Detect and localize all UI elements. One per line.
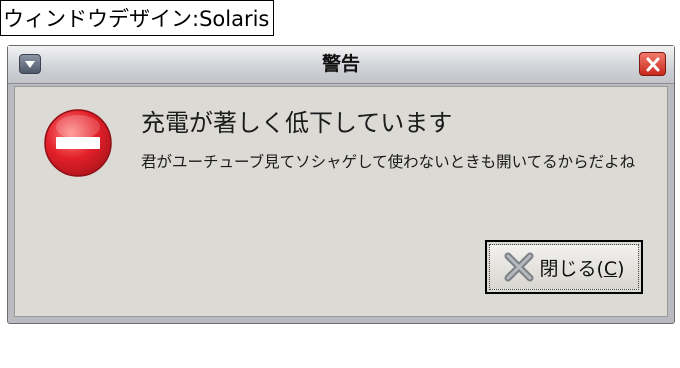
alert-window: 警告 充電が著しく低下しています 君がユーチューブ見てソシャゲして使わないときも…	[7, 45, 675, 324]
dialog-body: 充電が著しく低下しています 君がユーチューブ見てソシャゲして使わないときも開いて…	[14, 86, 668, 317]
title-bar[interactable]: 警告	[8, 46, 674, 84]
stop-icon	[44, 109, 112, 177]
mnemonic-key: C	[603, 257, 618, 280]
close-button[interactable]: 閉じる(C)	[485, 240, 643, 294]
close-window-button[interactable]	[639, 52, 666, 76]
dialog-message: 君がユーチューブ見てソシャゲして使わないときも開いてるからだよね	[141, 153, 636, 171]
close-x-icon	[504, 252, 534, 282]
close-icon	[646, 57, 660, 72]
dialog-heading: 充電が著しく低下しています	[141, 109, 453, 137]
caption-label: ウィンドウデザイン:Solaris	[0, 0, 275, 36]
close-button-label: 閉じる(C)	[539, 257, 625, 280]
close-button-face: 閉じる(C)	[489, 244, 639, 290]
window-title: 警告	[321, 53, 360, 75]
